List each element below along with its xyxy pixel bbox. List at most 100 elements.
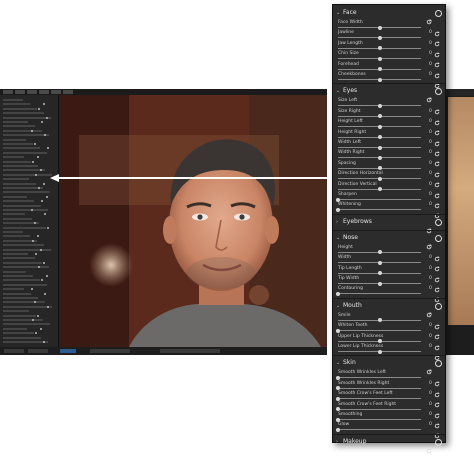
reset-icon[interactable] [434, 346, 440, 361]
left-panel-slider-handle[interactable] [46, 195, 48, 198]
reset-icon[interactable] [426, 303, 432, 317]
slider-thumb[interactable] [336, 396, 340, 401]
left-panel-slider-handle[interactable] [31, 288, 33, 291]
left-panel-slider[interactable] [3, 103, 30, 106]
left-panel-slider[interactable] [3, 143, 33, 145]
slider-thumb[interactable] [377, 114, 382, 119]
left-panel-slider[interactable] [3, 332, 34, 335]
slider-value[interactable]: 0 [429, 412, 432, 417]
reset-icon[interactable] [434, 257, 440, 272]
left-panel-slider[interactable] [3, 327, 27, 330]
chevron-down-icon[interactable]: ⌄ [336, 235, 340, 241]
section-header-eyes[interactable]: ⌄ Eyes [333, 86, 445, 103]
menu-item[interactable] [3, 90, 13, 94]
slider-thumb[interactable] [377, 339, 382, 344]
reset-icon[interactable] [434, 111, 440, 125]
slider-value[interactable]: 0 [429, 276, 432, 281]
left-panel-slider[interactable] [3, 125, 35, 128]
slider-thumb[interactable] [336, 328, 340, 333]
slider-track[interactable] [338, 293, 421, 295]
reset-icon[interactable] [434, 247, 440, 261]
left-panel-slider[interactable] [3, 151, 47, 154]
reset-icon[interactable] [434, 194, 440, 209]
left-panel-slider[interactable] [3, 323, 50, 326]
chevron-down-icon[interactable]: ⌄ [336, 303, 340, 309]
toggle-icon[interactable] [435, 234, 442, 242]
left-panel-slider-handle[interactable] [37, 314, 39, 317]
toggle-icon[interactable] [435, 360, 442, 368]
left-panel-slider-handle[interactable] [37, 235, 39, 238]
reset-icon[interactable] [434, 336, 440, 350]
left-panel-slider[interactable] [3, 248, 51, 251]
menu-item[interactable] [15, 90, 25, 94]
left-panel-slider[interactable] [3, 314, 36, 317]
left-panel-slider-handle[interactable] [38, 187, 40, 189]
reset-icon[interactable] [434, 121, 440, 136]
slider-value[interactable]: 0 [429, 72, 432, 77]
left-panel-slider[interactable] [3, 270, 26, 273]
left-panel-slider[interactable] [3, 305, 52, 308]
slider-value[interactable]: 0 [429, 422, 432, 427]
left-panel-slider-handle[interactable] [44, 213, 46, 216]
left-panel-slider[interactable] [3, 288, 24, 291]
left-panel-slider-handle[interactable] [46, 116, 48, 119]
slider-value[interactable]: 0 [429, 344, 432, 349]
slider-track[interactable] [338, 377, 421, 379]
menu-item[interactable] [51, 90, 61, 94]
section-header-face[interactable]: ⌄ Face [333, 8, 445, 25]
left-panel-slider[interactable] [3, 165, 38, 167]
reset-icon[interactable] [434, 100, 440, 115]
slider-thumb[interactable] [377, 67, 382, 72]
left-panel-slider[interactable] [3, 107, 37, 110]
reset-icon[interactable] [434, 288, 440, 303]
slider-value[interactable]: 0 [429, 51, 432, 56]
left-panel-slider[interactable] [3, 244, 44, 247]
slider-value[interactable]: 0 [429, 20, 432, 25]
reset-icon[interactable] [434, 184, 440, 198]
left-panel-slider[interactable] [3, 147, 40, 150]
slider-thumb[interactable] [377, 318, 382, 323]
left-panel-slider[interactable] [3, 261, 42, 264]
reset-icon[interactable] [434, 53, 440, 68]
reset-icon[interactable] [426, 235, 432, 249]
left-panel-slider[interactable] [3, 213, 25, 216]
section-header-mouth[interactable]: ⌄ Mouth [333, 301, 445, 317]
reset-icon[interactable] [434, 383, 440, 397]
left-panel-slider-handle[interactable] [43, 261, 45, 264]
left-panel-slider[interactable] [3, 160, 31, 163]
slider-value[interactable]: 0 [429, 171, 432, 176]
slider-thumb[interactable] [336, 407, 340, 412]
reset-icon[interactable] [434, 393, 440, 408]
left-panel-slider-handle[interactable] [35, 253, 37, 255]
left-panel-slider[interactable] [3, 191, 50, 194]
reset-icon[interactable] [434, 278, 440, 293]
slider-value[interactable]: 0 [429, 98, 432, 103]
left-panel-slider-handle[interactable] [37, 156, 39, 159]
left-panel-slider-handle[interactable] [34, 143, 36, 145]
slider-value[interactable]: 0 [429, 266, 432, 271]
left-panel-slider[interactable] [3, 257, 35, 260]
section-header-nose[interactable]: ⌄ Nose [333, 233, 445, 249]
toggle-icon[interactable] [435, 438, 442, 446]
slider-thumb[interactable] [336, 207, 340, 212]
slider-value[interactable]: 0 [429, 202, 432, 207]
slider-thumb[interactable] [377, 166, 382, 171]
slider-thumb[interactable] [336, 386, 340, 391]
reset-icon[interactable] [426, 88, 432, 103]
slider-value[interactable]: 0 [429, 182, 432, 187]
slider-value[interactable]: 0 [429, 41, 432, 46]
left-panel-slider[interactable] [3, 204, 41, 207]
left-panel-slider[interactable] [3, 116, 51, 119]
slider-value[interactable]: 0 [429, 334, 432, 339]
slider-track[interactable] [338, 398, 421, 400]
slider-value[interactable]: 0 [429, 30, 432, 35]
chevron-down-icon[interactable]: ⌄ [336, 360, 340, 366]
toggle-icon[interactable] [435, 218, 442, 226]
left-panel-slider[interactable] [3, 156, 24, 159]
left-panel-slider-handle[interactable] [32, 160, 34, 163]
left-panel-slider-handle[interactable] [41, 200, 43, 203]
slider-thumb[interactable] [377, 271, 382, 276]
slider-thumb[interactable] [377, 135, 382, 140]
slider-thumb[interactable] [336, 197, 340, 202]
slider-thumb[interactable] [377, 25, 382, 30]
